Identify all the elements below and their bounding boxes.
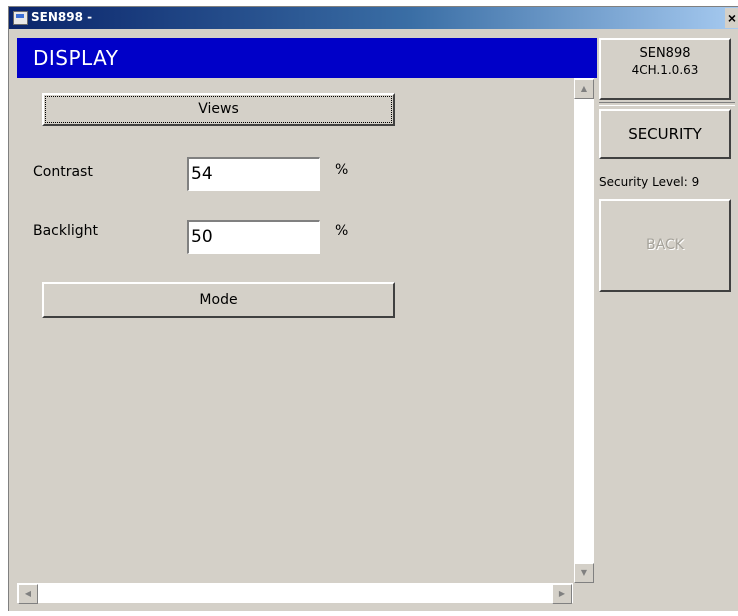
vertical-scrollbar[interactable]: ▲ ▼ — [574, 78, 594, 583]
display-panel: Views Contrast 54 % Backlight 50 % Mode — [17, 78, 573, 583]
device-name: SEN898 — [639, 46, 691, 61]
window-title: SEN898 - — [31, 10, 93, 24]
security-button-label: SECURITY — [628, 125, 702, 143]
backlight-field[interactable]: 50 — [187, 220, 320, 254]
mode-button[interactable]: Mode — [42, 282, 395, 318]
contrast-unit: % — [335, 162, 349, 178]
scroll-right-icon[interactable]: ▶ — [552, 584, 572, 604]
back-button[interactable]: BACK — [599, 199, 731, 292]
mode-button-label: Mode — [199, 292, 238, 308]
sidebar-divider — [599, 102, 735, 106]
title-bar[interactable]: SEN898 - × — [9, 7, 738, 29]
views-button[interactable]: Views — [42, 93, 395, 126]
contrast-field[interactable]: 54 — [187, 157, 320, 191]
views-button-label: Views — [45, 96, 392, 123]
security-level-text: Security Level: 9 — [599, 175, 700, 189]
scroll-left-icon[interactable]: ◀ — [18, 584, 38, 604]
page-title: DISPLAY — [33, 46, 119, 70]
app-window: SEN898 - × DISPLAY Views Contrast 54 % B… — [8, 6, 738, 611]
device-info-box: SEN898 4CH.1.0.63 — [599, 38, 731, 100]
backlight-unit: % — [335, 223, 349, 239]
scroll-down-icon[interactable]: ▼ — [574, 563, 594, 583]
firmware-version: 4CH.1.0.63 — [631, 63, 699, 77]
close-button[interactable]: × — [725, 8, 738, 28]
horizontal-scrollbar[interactable]: ◀ ▶ — [17, 583, 573, 604]
page-header: DISPLAY — [17, 38, 597, 78]
security-button[interactable]: SECURITY — [599, 109, 731, 159]
back-button-label: BACK — [646, 237, 684, 253]
app-icon — [13, 11, 28, 25]
scrollbar-corner — [574, 583, 594, 603]
backlight-label: Backlight — [33, 223, 99, 239]
contrast-label: Contrast — [33, 164, 93, 180]
scroll-up-icon[interactable]: ▲ — [574, 79, 594, 99]
